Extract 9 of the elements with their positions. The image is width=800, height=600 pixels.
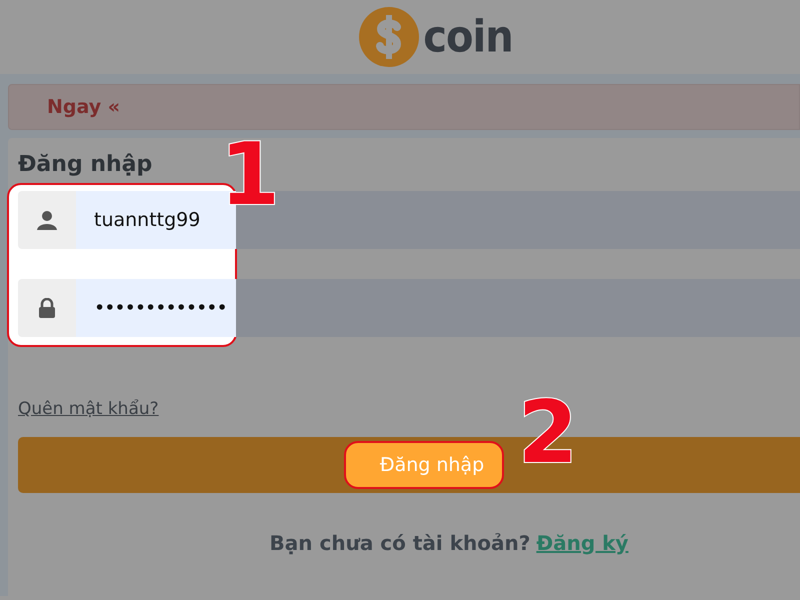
password-field[interactable]: ••••••••••••• [76, 279, 800, 337]
user-icon [37, 210, 57, 230]
forgot-password-link[interactable]: Quên mật khẩu? [18, 399, 159, 419]
lock-icon [38, 298, 56, 318]
login-title: Đăng nhập [18, 152, 152, 179]
signup-prompt: Bạn chưa có tài khoản? [270, 531, 530, 555]
alert-text: Ngay « [47, 96, 120, 118]
dollar-coin-icon [359, 7, 420, 67]
logo-text: coin [423, 12, 513, 62]
